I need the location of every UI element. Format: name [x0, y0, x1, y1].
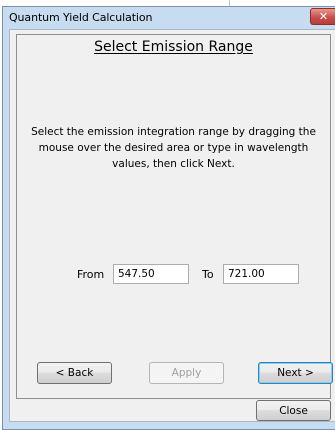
to-label: To: [202, 268, 214, 281]
from-wavelength-input[interactable]: [113, 264, 189, 284]
from-label: From: [77, 268, 105, 281]
back-button[interactable]: < Back: [37, 362, 112, 384]
page-title: Select Emission Range: [94, 39, 253, 55]
close-button[interactable]: Close: [256, 400, 331, 421]
close-icon: ✕: [318, 10, 329, 23]
next-button[interactable]: Next >: [258, 362, 333, 384]
wizard-page-panel: Select Emission Range Select the emissio…: [16, 34, 333, 399]
title-bar[interactable]: Quantum Yield Calculation ✕: [3, 7, 335, 29]
dialog-window: Quantum Yield Calculation ✕ Select Emiss…: [2, 6, 335, 430]
window-close-button[interactable]: ✕: [310, 8, 335, 25]
window-title: Quantum Yield Calculation: [9, 11, 153, 24]
apply-button: Apply: [149, 362, 224, 384]
to-wavelength-input[interactable]: [223, 264, 299, 284]
dialog-client-area: Select Emission Range Select the emissio…: [9, 29, 335, 422]
instructions-text: Select the emission integration range by…: [31, 126, 316, 170]
